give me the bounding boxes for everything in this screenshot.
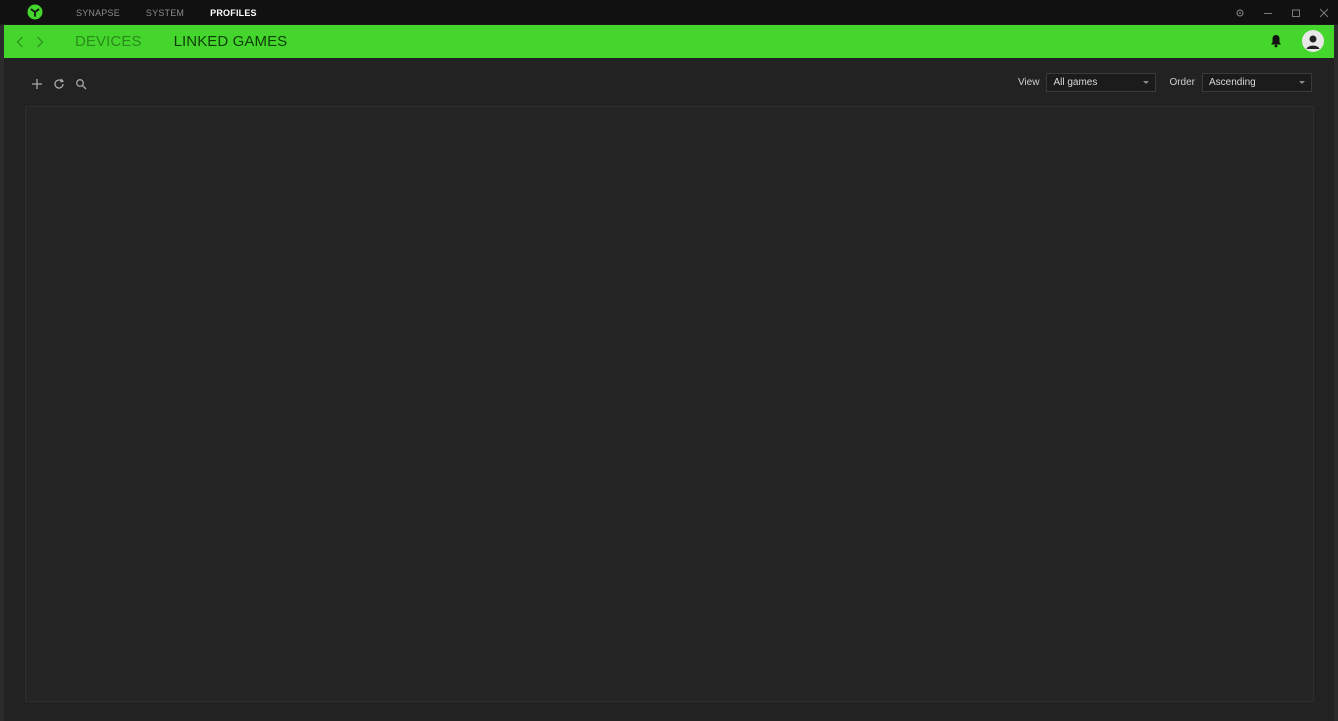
close-icon[interactable] [1310,0,1338,25]
plus-icon[interactable] [26,75,48,93]
view-dropdown-value: All games [1053,77,1098,88]
order-dropdown-value: Ascending [1209,77,1256,88]
title-bar: SYNAPSE SYSTEM PROFILES [0,0,1338,25]
nav-synapse[interactable]: SYNAPSE [76,8,120,18]
minimize-icon[interactable] [1254,0,1282,25]
view-label: View [1017,77,1040,88]
chevron-down-icon [1143,81,1150,84]
view-dropdown[interactable]: All games [1046,73,1157,92]
window-controls [1226,0,1338,25]
nav-profiles[interactable]: PROFILES [210,8,257,18]
user-avatar-icon[interactable] [1302,30,1324,52]
tab-linked-games[interactable]: LINKED GAMES [174,33,288,50]
sub-nav-bar: DEVICES LINKED GAMES [4,25,1334,58]
order-label: Order [1169,77,1195,88]
gear-icon[interactable] [1226,0,1254,25]
nav-system[interactable]: SYSTEM [146,8,184,18]
chevron-right-icon[interactable] [30,25,50,58]
linked-games-list [25,106,1314,702]
toolbar [26,75,92,93]
filters: View All games Order Ascending [1018,73,1312,92]
chevron-left-icon[interactable] [10,25,30,58]
restore-icon[interactable] [1282,0,1310,25]
razer-logo-icon[interactable] [27,4,43,20]
tab-devices[interactable]: DEVICES [75,33,142,50]
search-icon[interactable] [70,75,92,93]
history-arrows [10,25,50,58]
order-dropdown[interactable]: Ascending [1202,73,1312,92]
top-nav: SYNAPSE SYSTEM PROFILES [76,0,283,25]
refresh-icon[interactable] [48,75,70,93]
sub-tabs: DEVICES LINKED GAMES [75,25,319,58]
main-area: View All games Order Ascending [4,58,1334,721]
bell-icon[interactable] [1268,33,1284,49]
chevron-down-icon [1299,81,1305,84]
